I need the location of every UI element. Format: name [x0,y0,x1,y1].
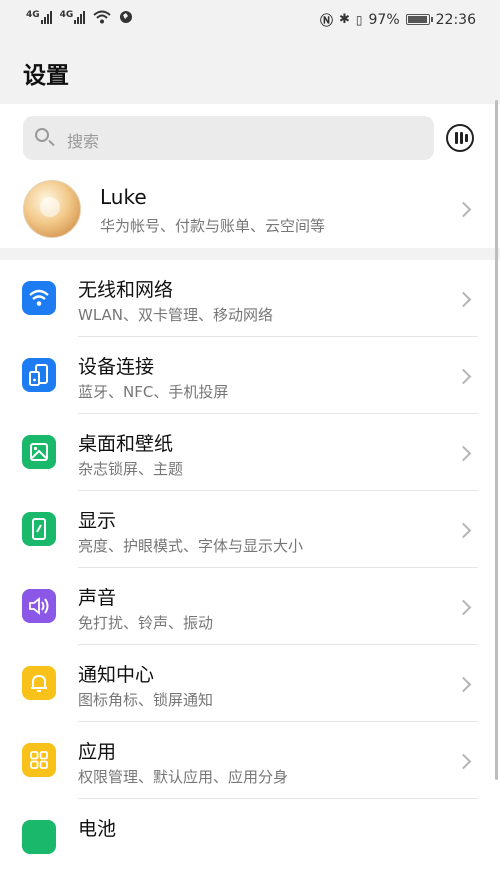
device-connection-icon [22,358,56,392]
avatar [23,180,81,238]
search-bar[interactable]: 搜索 [23,116,434,160]
apps-icon [22,743,56,777]
search-placeholder: 搜索 [67,132,100,151]
bell-icon [22,666,56,700]
settings-item-title: 通知中心 [78,664,155,686]
nfc-icon: Ⓝ [319,14,333,29]
chevron-right-icon [455,676,472,693]
signal-2: 4G [60,10,86,24]
battery-icon [405,14,433,25]
status-bar: 4G 4G Ⓝ ✱ ▯ 97% 22:36 [0,0,500,38]
settings-list: 无线和网络 WLAN、双卡管理、移动网络 设备连接 蓝牙、NFC、手机投屏 桌面… [0,260,500,876]
signal-1: 4G [26,10,52,24]
chevron-right-icon [455,291,472,308]
settings-item-subtitle: WLAN、双卡管理、移动网络 [78,306,274,324]
search-icon [35,128,49,142]
settings-item-subtitle: 蓝牙、NFC、手机投屏 [78,383,229,401]
signal-bars-icon [74,10,86,24]
settings-item-subtitle: 杂志锁屏、主题 [78,460,184,478]
chevron-right-icon [455,368,472,385]
signal-bars-icon [40,10,52,24]
settings-item-wireless[interactable]: 无线和网络 WLAN、双卡管理、移动网络 [0,260,500,337]
vibrate-icon: ▯ [355,12,363,27]
settings-item-battery[interactable]: 电池 [0,799,500,876]
settings-item-wallpaper[interactable]: 桌面和壁纸 杂志锁屏、主题 [0,414,500,491]
settings-item-subtitle: 亮度、护眼模式、字体与显示大小 [78,537,304,555]
battery-icon [22,820,56,854]
settings-item-subtitle: 免打扰、铃声、振动 [78,614,214,632]
settings-item-title: 桌面和壁纸 [78,433,174,455]
settings-item-subtitle: 图标角标、锁屏通知 [78,691,214,709]
chevron-right-icon [455,599,472,616]
settings-item-sound[interactable]: 声音 免打扰、铃声、振动 [0,568,500,645]
chevron-right-icon [455,445,472,462]
settings-item-device-connection[interactable]: 设备连接 蓝牙、NFC、手机投屏 [0,337,500,414]
settings-item-title: 无线和网络 [78,279,174,301]
section-divider [0,248,500,260]
battery-percent: 97% [368,11,400,28]
display-icon [22,512,56,546]
chevron-right-icon [455,522,472,539]
voice-assistant-icon[interactable] [446,124,474,152]
settings-item-apps[interactable]: 应用 权限管理、默认应用、应用分身 [0,722,500,799]
chevron-right-icon [455,753,472,770]
settings-item-title: 设备连接 [78,356,155,378]
wifi-icon [22,281,56,315]
chevron-right-icon [455,201,472,218]
settings-item-subtitle: 权限管理、默认应用、应用分身 [78,768,289,786]
account-profile[interactable]: Luke 华为帐号、付款与账单、云空间等 [0,170,500,248]
settings-item-title: 电池 [78,818,117,840]
bluetooth-icon: ✱ [339,12,350,27]
scrollbar[interactable] [495,100,498,780]
wallpaper-icon [22,435,56,469]
settings-item-title: 应用 [78,741,117,763]
vpn-globe-icon [120,11,133,23]
page-title: 设置 [23,63,69,89]
settings-item-title: 显示 [78,510,117,532]
clock: 22:36 [435,11,476,28]
settings-item-display[interactable]: 显示 亮度、护眼模式、字体与显示大小 [0,491,500,568]
wifi-status-icon [93,10,111,24]
profile-name: Luke [100,185,147,209]
sound-icon [22,589,56,623]
settings-item-title: 声音 [78,587,117,609]
settings-item-notifications[interactable]: 通知中心 图标角标、锁屏通知 [0,645,500,722]
header-area: 4G 4G Ⓝ ✱ ▯ 97% 22:36 设置 [0,0,500,104]
profile-subtitle: 华为帐号、付款与账单、云空间等 [100,217,326,235]
